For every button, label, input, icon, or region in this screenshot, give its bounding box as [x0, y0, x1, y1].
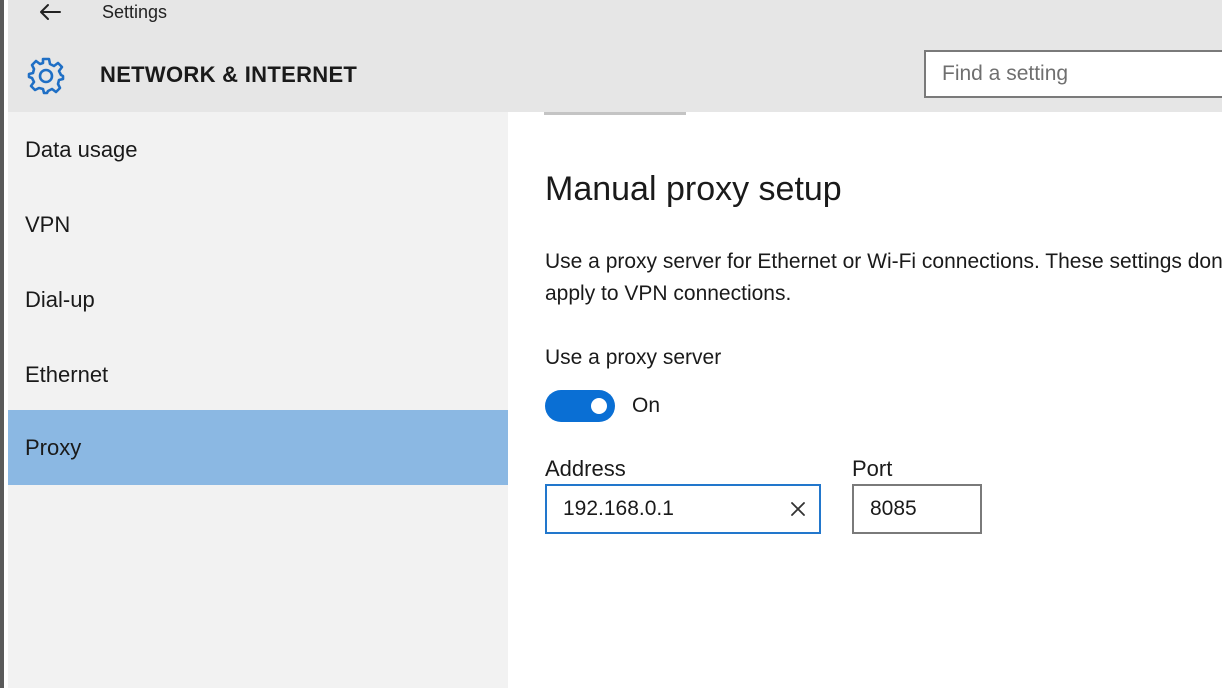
toggle-state-label: On [632, 394, 661, 417]
sidebar-item-data-usage[interactable]: Data usage [8, 112, 508, 187]
search-input[interactable] [924, 50, 1222, 98]
sidebar-item-ethernet[interactable]: Ethernet [8, 337, 508, 412]
page-title: Manual proxy setup [545, 170, 842, 208]
use-proxy-toggle[interactable] [545, 390, 615, 422]
sidebar-item-vpn[interactable]: VPN [8, 187, 508, 262]
address-label: Address [545, 456, 626, 481]
sidebar-item-label: Ethernet [25, 361, 109, 387]
sidebar-item-label: Dial-up [25, 286, 95, 312]
section-title: NETWORK & INTERNET [100, 62, 358, 87]
sidebar: Data usage VPN Dial-up Ethernet Proxy [8, 112, 508, 688]
sidebar-item-label: Data usage [25, 136, 138, 162]
back-button[interactable] [32, 0, 68, 24]
sidebar-item-label: Proxy [25, 434, 82, 460]
sidebar-item-label: VPN [25, 211, 71, 237]
port-input[interactable] [870, 486, 970, 532]
close-icon [791, 502, 805, 516]
settings-window: Settings NETWORK & INTERNET Data usage V… [0, 0, 1222, 688]
clear-address-button[interactable] [787, 498, 809, 520]
header: Settings NETWORK & INTERNET [8, 0, 1222, 112]
back-arrow-icon [40, 4, 61, 20]
main-content: Manual proxy setup Use a proxy server fo… [508, 112, 1222, 688]
toggle-knob [591, 398, 607, 414]
address-input[interactable] [563, 486, 773, 532]
sidebar-item-proxy[interactable]: Proxy [8, 410, 508, 485]
port-label: Port [852, 456, 893, 481]
address-field-box [545, 484, 821, 534]
proxy-description: Use a proxy server for Ethernet or Wi-Fi… [545, 250, 1222, 305]
port-field-box [852, 484, 982, 534]
use-proxy-label: Use a proxy server [545, 346, 722, 369]
sidebar-item-dial-up[interactable]: Dial-up [8, 262, 508, 337]
window-title: Settings [102, 2, 168, 22]
divider [544, 112, 686, 115]
gear-icon [27, 57, 65, 95]
